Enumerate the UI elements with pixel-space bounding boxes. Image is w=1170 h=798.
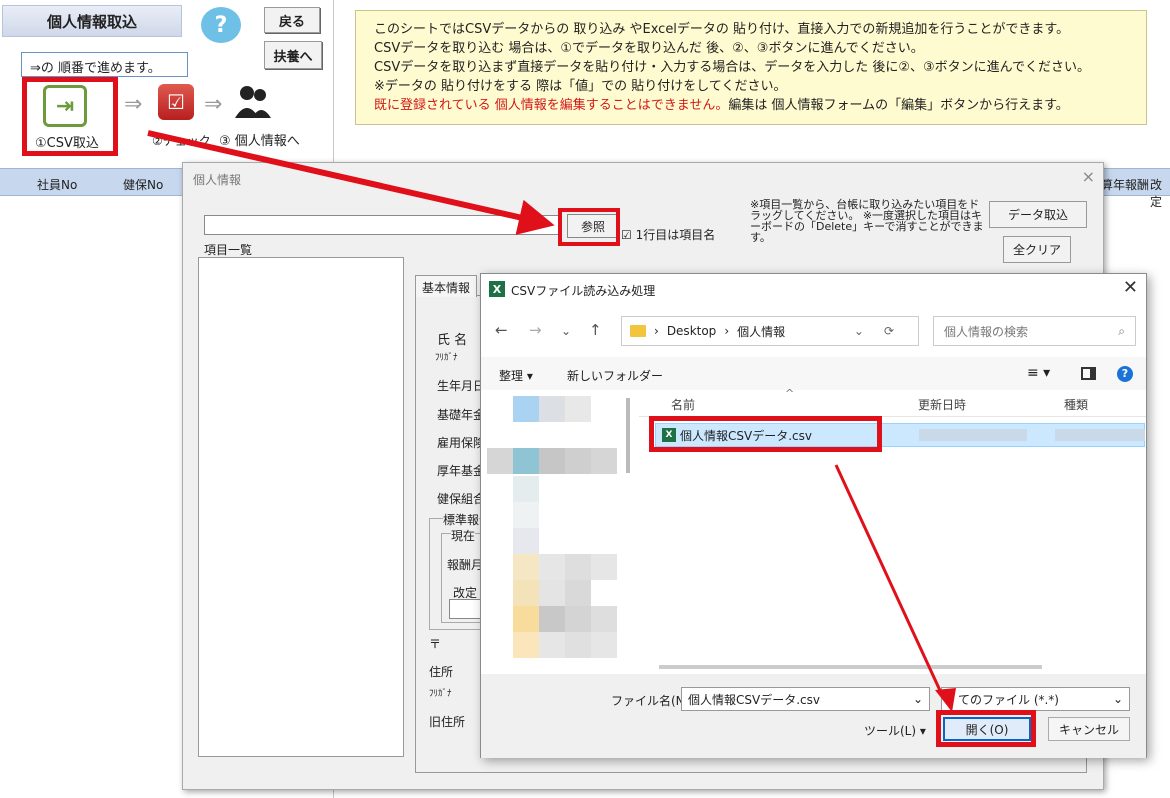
chevron-down-icon[interactable]: ⌄: [913, 692, 923, 706]
col-insurance-no: 健保No: [123, 178, 164, 192]
field-label: 旧住所: [429, 715, 466, 729]
info-line: ※データの 貼り付けをする 際は「値」での 貼り付けをしてください。: [374, 79, 787, 94]
col-employee-no: 社員No: [37, 178, 78, 192]
path-desktop[interactable]: Desktop: [667, 324, 717, 338]
file-type-filter[interactable]: てのファイル (*.*) ⌄: [941, 687, 1130, 711]
browse-highlight-box: [558, 208, 620, 246]
excel-icon: X: [489, 281, 505, 297]
search-icon: ⌕: [1118, 323, 1125, 338]
step-arrow-icon: ⇒: [124, 92, 143, 117]
field-label: ﾌﾘｶﾞﾅ: [435, 353, 458, 363]
blurred-type: [1055, 429, 1145, 441]
tools-menu[interactable]: ツール(L) ▾: [864, 722, 926, 739]
close-icon[interactable]: ×: [1082, 167, 1095, 186]
open-highlight-box: [936, 710, 1036, 747]
col-annual-pay: 算年報酬: [1101, 178, 1150, 192]
field-label: 生年月日: [437, 379, 486, 393]
refresh-icon[interactable]: ⟳: [884, 324, 894, 338]
first-row-header-checkbox[interactable]: ☑ 1行目は項目名: [621, 226, 715, 243]
data-import-button[interactable]: データ取込: [989, 201, 1087, 228]
info-tail: 編集は 個人情報フォームの「編集」ボタンから行えます。: [728, 98, 1069, 113]
back-button[interactable]: 戻る: [264, 7, 320, 33]
dependents-button[interactable]: 扶養へ: [264, 41, 322, 69]
navigation-pane[interactable]: [485, 392, 623, 672]
scrollbar[interactable]: [659, 665, 1042, 669]
field-label: 標準報: [443, 511, 480, 528]
field-label: 住所: [429, 665, 454, 679]
file-highlight-box: [649, 416, 882, 452]
col-type[interactable]: 種類: [1064, 396, 1088, 413]
info-box: このシートではCSVデータからの 取り込み やExcelデータの 貼り付け、直接…: [355, 10, 1147, 125]
csv-open-dialog: X CSVファイル読み込み処理 ✕ ← → ⌄ ↑ › Desktop › 個人…: [480, 273, 1147, 758]
scrollbar[interactable]: [626, 398, 630, 473]
chevron-down-icon: ⌄: [1112, 692, 1123, 706]
check-label[interactable]: ②チェック: [152, 132, 211, 149]
col-revision: 改定: [1150, 178, 1163, 209]
info-line: CSVデータを取り込む 場合は、①でデータを取り込んだ 後、②、③ボタンに進んで…: [374, 41, 924, 56]
field-label: 健保組合: [437, 492, 486, 506]
path-folder[interactable]: 個人情報: [737, 323, 785, 340]
tab-basic-info[interactable]: 基本情報: [415, 275, 477, 297]
path-separator: ›: [724, 324, 730, 338]
forward-arrow-icon[interactable]: →: [529, 321, 542, 339]
cancel-button[interactable]: キャンセル: [1048, 717, 1130, 741]
steps-note: ⇒の 順番で進めます。: [21, 52, 188, 77]
divider: [333, 0, 334, 168]
organize-menu[interactable]: 整理 ▾: [499, 367, 533, 384]
field-label: 現在: [451, 527, 476, 544]
view-menu-icon[interactable]: ≡ ▾: [1027, 365, 1050, 381]
field-label: 基礎年金: [437, 408, 486, 422]
person-icon[interactable]: [234, 84, 272, 120]
hint-text: ※項目一覧から、台帳に取り込みたい項目をドラッグしてください。 ※一度選択した項…: [750, 198, 984, 244]
dialog-toolbar: 整理 ▾ 新しいフォルダー ≡ ▾ ?: [481, 357, 1146, 390]
info-line: CSVデータを取り込まず直接データを貼り付け・入力する場合は、データを入力した …: [374, 60, 1091, 75]
file-path-field[interactable]: [204, 215, 559, 235]
info-warning: 既に登録されている 個人情報を編集することはできません。: [374, 98, 729, 113]
help-icon[interactable]: ?: [1117, 366, 1133, 382]
first-row-label: 1行目は項目名: [635, 228, 716, 242]
address-bar[interactable]: › Desktop › 個人情報 ⌄ ⟳: [621, 316, 919, 346]
info-line: このシートではCSVデータからの 取り込み やExcelデータの 貼り付け、直接…: [374, 22, 1070, 37]
field-label: 厚年基金: [437, 464, 486, 478]
check-icon[interactable]: ☑: [158, 84, 194, 120]
path-separator: ›: [654, 324, 659, 338]
col-name[interactable]: 名前: [671, 396, 695, 413]
search-input[interactable]: 個人情報の検索 ⌕: [933, 316, 1136, 346]
sort-up-icon: ^: [785, 387, 795, 400]
step-arrow-icon: ⇒: [204, 92, 223, 117]
items-list[interactable]: [198, 257, 404, 757]
field-label: 〒: [429, 637, 442, 651]
up-arrow-icon[interactable]: ↑: [589, 321, 602, 339]
field-label: 雇用保険: [437, 436, 486, 450]
form-title: 個人情報: [193, 173, 242, 187]
personal-info-label[interactable]: ③ 個人情報へ: [219, 130, 300, 149]
preview-pane-icon[interactable]: [1081, 367, 1096, 380]
filename-value: 個人情報CSVデータ.csv: [688, 692, 820, 707]
close-icon[interactable]: ✕: [1123, 277, 1138, 298]
chevron-down-icon[interactable]: ⌄: [561, 324, 571, 338]
clear-all-button[interactable]: 全クリア: [1003, 236, 1071, 263]
field-label: 氏 名: [437, 333, 468, 348]
folder-icon: [630, 325, 646, 337]
new-folder-button[interactable]: 新しいフォルダー: [567, 367, 663, 384]
dialog-footer: ファイル名(N): 個人情報CSVデータ.csv ⌄ てのファイル (*.*) ⌄ …: [481, 674, 1146, 758]
dialog-title: CSVファイル読み込み処理: [511, 284, 656, 298]
csv-highlight-box: [22, 77, 118, 156]
help-button[interactable]: ?: [201, 7, 241, 43]
items-label: 項目一覧: [204, 243, 253, 257]
chevron-down-icon[interactable]: ⌄: [854, 324, 864, 338]
search-placeholder: 個人情報の検索: [944, 324, 1029, 339]
field-label: ﾌﾘｶﾞﾅ: [429, 689, 452, 699]
back-arrow-icon[interactable]: ←: [495, 321, 508, 339]
col-modified[interactable]: 更新日時: [918, 396, 966, 413]
filter-value: てのファイル (*.*): [958, 692, 1059, 707]
sheet-title: 個人情報取込: [2, 5, 182, 37]
filename-field[interactable]: 個人情報CSVデータ.csv ⌄: [681, 687, 930, 711]
field-label: 報酬月: [447, 558, 484, 572]
blurred-date: [919, 429, 1027, 441]
file-list-header: 名前 ^ 更新日時 種類: [639, 387, 1146, 417]
